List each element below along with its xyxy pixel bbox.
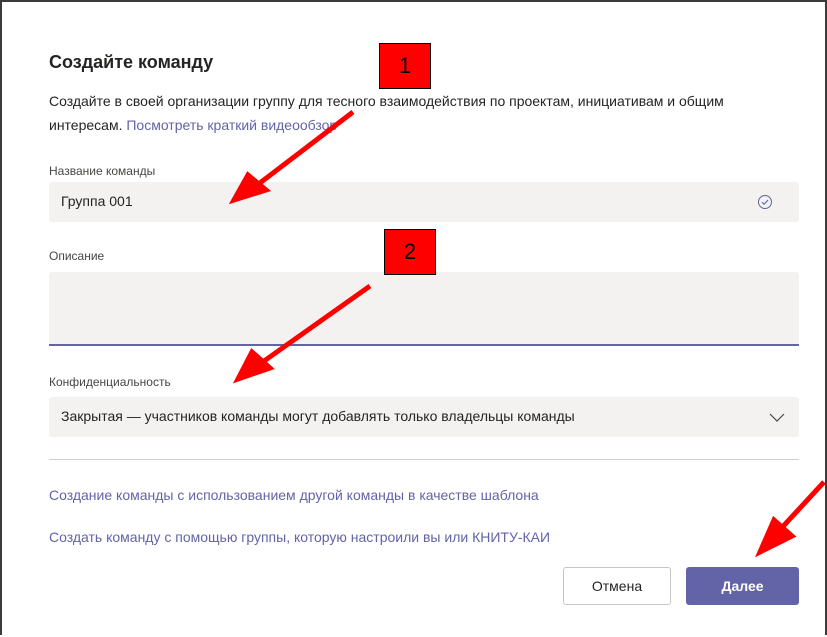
template-team-link[interactable]: Создание команды с использованием другой… bbox=[49, 487, 539, 503]
divider bbox=[49, 459, 799, 460]
check-circle-icon bbox=[758, 195, 772, 209]
description-label: Описание bbox=[49, 249, 105, 263]
cancel-button[interactable]: Отмена bbox=[563, 567, 671, 605]
from-group-link[interactable]: Создать команду с помощью группы, котору… bbox=[49, 529, 550, 545]
privacy-value: Закрытая — участников команды могут доба… bbox=[61, 408, 575, 424]
video-link[interactable]: Посмотреть краткий видеообзор bbox=[126, 117, 337, 133]
chevron-down-icon bbox=[769, 413, 785, 422]
annotation-badge-1: 1 bbox=[379, 43, 431, 89]
annotation-badge-2: 2 bbox=[384, 229, 436, 275]
privacy-label: Конфиденциальность bbox=[49, 375, 171, 389]
description-field[interactable] bbox=[49, 272, 799, 346]
privacy-dropdown[interactable]: Закрытая — участников команды могут доба… bbox=[49, 397, 799, 437]
dialog-description: Создайте в своей организации группу для … bbox=[49, 89, 794, 137]
team-name-label: Название команды bbox=[49, 164, 156, 178]
team-name-field[interactable]: Группа 001 bbox=[49, 182, 799, 222]
next-button[interactable]: Далее bbox=[686, 567, 799, 605]
dialog-title: Создайте команду bbox=[49, 52, 214, 72]
team-name-value: Группа 001 bbox=[61, 193, 133, 209]
